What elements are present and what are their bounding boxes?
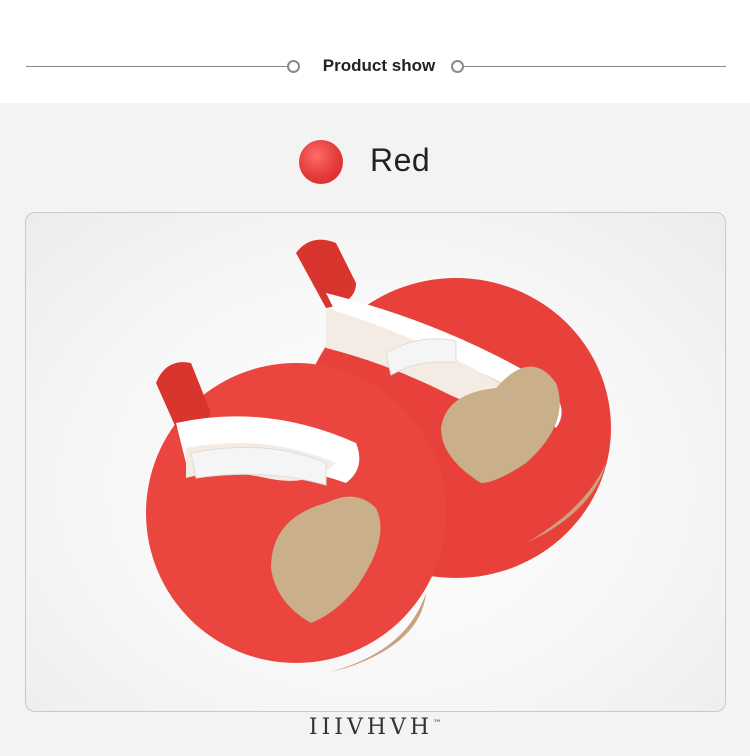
header-divider-left — [26, 66, 288, 67]
brand-logo: IIIVHVH™ — [308, 715, 442, 740]
shoes-illustration — [146, 239, 611, 673]
color-variant-row: Red — [0, 130, 750, 200]
header-divider-right — [464, 66, 726, 67]
section-header: Product show — [0, 0, 750, 103]
section-title: Product show — [322, 56, 436, 75]
header-ring-left-icon — [287, 60, 300, 73]
product-photo — [25, 212, 726, 712]
color-swatch — [299, 140, 343, 184]
front-shoe — [146, 362, 446, 673]
color-name-label: Red — [370, 142, 431, 178]
header-ring-right-icon — [451, 60, 464, 73]
